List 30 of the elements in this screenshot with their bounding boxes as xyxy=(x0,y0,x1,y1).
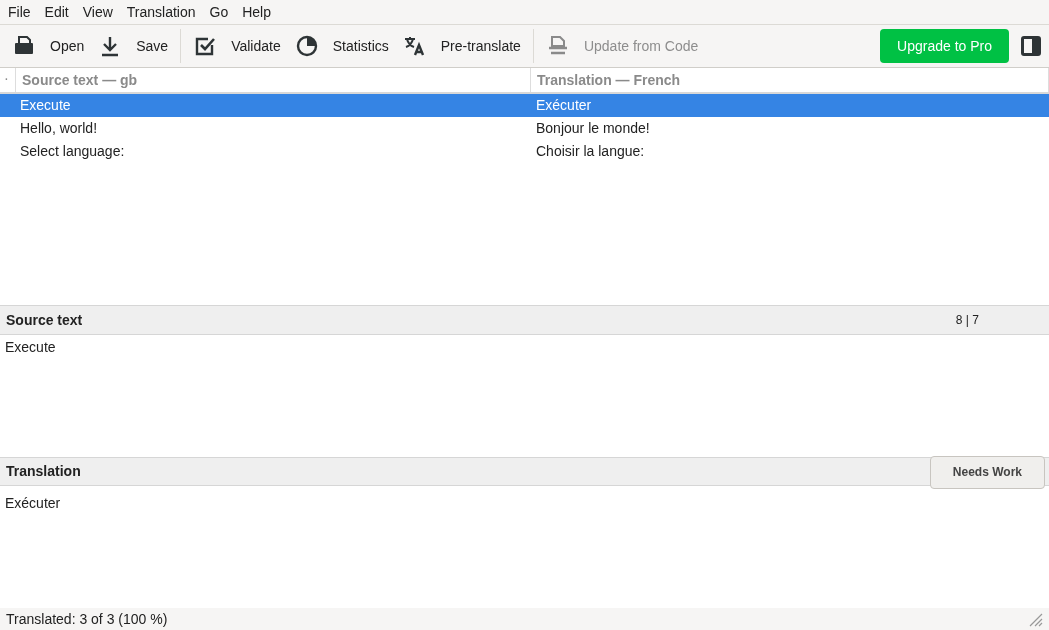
toolbar-button[interactable]: Statistics xyxy=(292,28,401,63)
table-cell-text: Exécuter xyxy=(535,97,593,114)
menu-item[interactable]: View xyxy=(75,3,120,20)
toolbar-button[interactable]: Pre-translate xyxy=(400,28,533,63)
table-cell-text: Bonjour le monde! xyxy=(535,120,651,137)
pie-chart-icon xyxy=(294,33,319,58)
table-row[interactable]: Hello, world! Bonjour le monde! xyxy=(0,116,1049,140)
table-cell-text: Hello, world! xyxy=(19,120,99,137)
menu-item[interactable]: Help xyxy=(235,3,278,20)
table-cell-text: Select language: xyxy=(19,143,126,160)
menu-item[interactable]: Translation xyxy=(119,3,203,20)
menu-item[interactable]: File xyxy=(1,3,38,20)
panel-title: Source text xyxy=(6,311,83,328)
status-text: Translated: 3 of 3 (100 %) xyxy=(6,611,168,628)
toolbar-button[interactable]: Validate xyxy=(191,28,293,63)
panel-title: Translation xyxy=(6,463,81,480)
source-text: Execute xyxy=(5,338,56,355)
menu-item[interactable]: Edit xyxy=(37,3,76,20)
resize-grip-icon[interactable] xyxy=(1027,611,1043,628)
table-cell-text: Choisir la langue: xyxy=(535,143,646,160)
character-counter: 8 | 7 xyxy=(955,312,979,327)
menu-item[interactable]: Go xyxy=(202,3,236,20)
translation-field[interactable]: Exécuter xyxy=(5,495,61,512)
table-row[interactable]: Execute Exécuter xyxy=(0,93,1049,117)
table-row[interactable]: Select language: Choisir la langue: xyxy=(0,139,1049,163)
toolbar-button[interactable]: Save xyxy=(96,28,181,63)
sidebar-toggle-icon[interactable] xyxy=(1021,35,1041,56)
needs-work-button[interactable]: Needs Work xyxy=(929,455,1045,489)
toolbar-button[interactable]: Open xyxy=(10,28,97,63)
table-cell-text: Execute xyxy=(19,97,72,114)
